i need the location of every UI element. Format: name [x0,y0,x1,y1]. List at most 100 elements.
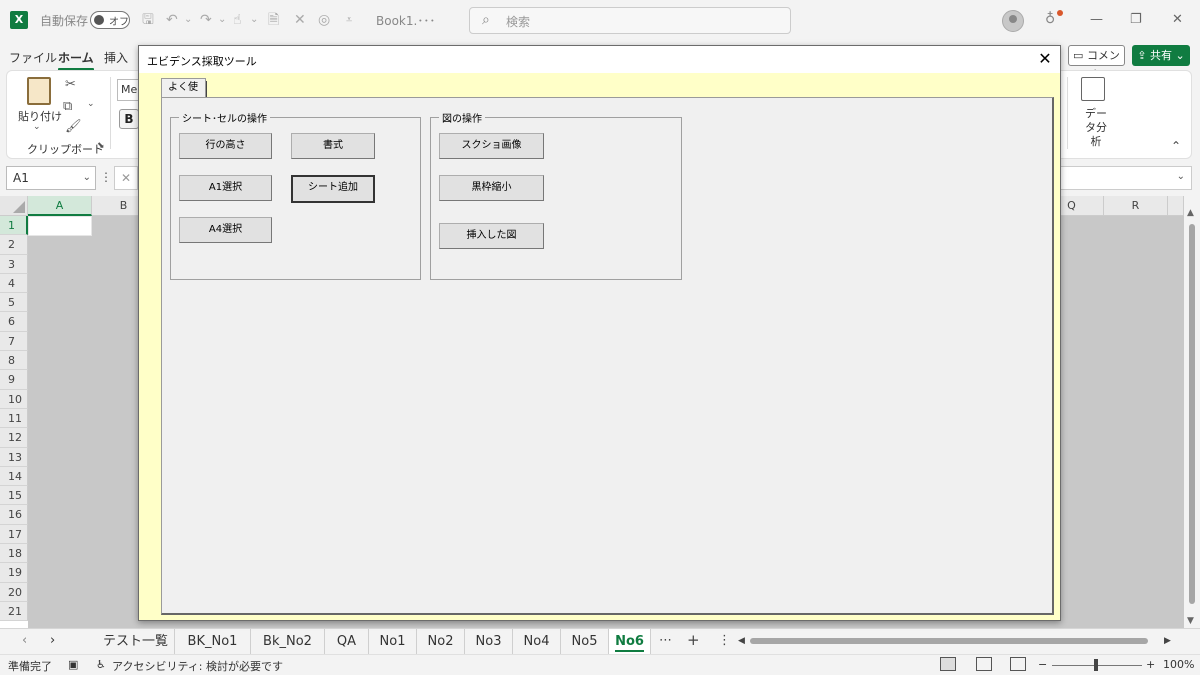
select-a4-button[interactable]: A4選択 [179,217,272,243]
sheet-tab[interactable]: Bk_No2 [251,629,325,654]
sheet-tab[interactable]: No3 [465,629,513,654]
record-icon[interactable]: ◎ [318,12,330,28]
save-icon[interactable]: 🖫 [142,12,154,28]
format-painter-icon[interactable]: 🖌 [65,119,82,134]
row-header[interactable]: 16 [0,505,28,525]
tab-insert[interactable]: 挿入 [104,49,128,66]
clear-icon[interactable]: ✕ [294,12,306,28]
tab-frequently-used[interactable]: よく使う [161,78,207,111]
restore-icon[interactable]: ❐ [1130,12,1142,28]
sheet-tab[interactable]: No5 [561,629,609,654]
column-header-a[interactable]: A [28,196,92,216]
redo-dropdown-icon[interactable]: ⌄ [218,12,226,28]
redo-icon[interactable]: ↷ [200,12,212,28]
minimize-icon[interactable]: — [1090,12,1103,28]
row-height-button[interactable]: 行の高さ [179,133,272,159]
row-header[interactable]: 17 [0,524,28,545]
sheet-tab[interactable]: BK_No1 [175,629,251,654]
sheet-tab[interactable]: No4 [513,629,561,654]
row-header[interactable]: 3 [0,254,28,274]
row-header[interactable]: 9 [0,370,28,390]
prev-sheet-icon[interactable]: ‹ [22,633,27,648]
bold-button[interactable]: B [119,109,139,129]
page-layout-view-icon[interactable] [976,657,992,671]
zoom-in-icon[interactable]: + [1146,658,1155,671]
sheet-tab[interactable]: No6 [609,629,651,654]
copy-icon[interactable]: ⧉ [63,99,72,114]
row-header[interactable]: 7 [0,331,28,352]
name-box[interactable]: A1 ⌄ [6,166,96,190]
row-header[interactable]: 6 [0,312,28,332]
touch-dropdown-icon[interactable]: ⌄ [250,12,258,28]
select-all-corner[interactable] [0,196,28,216]
row-header[interactable]: 5 [0,293,28,313]
row-header[interactable]: 13 [0,447,28,467]
row-header[interactable]: 20 [0,582,28,602]
add-sheet-icon[interactable]: + [687,631,700,649]
page-break-view-icon[interactable] [1010,657,1026,671]
shrink-black-frame-button[interactable]: 黒枠縮小 [439,175,544,201]
select-a1-button[interactable]: A1選択 [179,175,272,201]
format-button[interactable]: 書式 [291,133,375,159]
row-header[interactable]: 1 [0,216,28,236]
row-header[interactable]: 4 [0,273,28,294]
scroll-left-icon[interactable]: ◀ [738,636,745,646]
more-sheets-icon[interactable]: ⋯ [659,633,672,648]
row-header[interactable]: 14 [0,466,28,487]
comment-button[interactable]: ▭ コメント [1068,45,1125,81]
autosave-toggle[interactable]: オフ [90,11,130,29]
paste-icon[interactable] [27,77,51,105]
format-icon[interactable]: 🗎 [268,12,279,28]
expand-formula-icon[interactable]: ⌄ [1177,171,1185,182]
row-header[interactable]: 18 [0,544,28,564]
window-close-icon[interactable]: ✕ [1172,12,1183,28]
scroll-right-icon[interactable]: ▶ [1164,636,1171,646]
cell-mode-icon[interactable]: ▣ [68,658,78,671]
row-header[interactable]: 10 [0,389,28,409]
formula-input[interactable]: ⌄ [1060,166,1192,190]
share-button[interactable]: ⇪ 共有 ⌄ [1132,45,1190,66]
vertical-scrollbar[interactable]: ▲ ▼ [1184,196,1200,628]
name-box-dropdown-icon[interactable]: ⌄ [83,167,91,189]
zoom-out-icon[interactable]: − [1038,658,1047,671]
add-sheet-button[interactable]: シート追加 [291,175,375,203]
account-avatar-icon[interactable] [1002,10,1024,32]
row-header[interactable]: 19 [0,563,28,583]
undo-icon[interactable]: ↶ [166,12,178,28]
row-header[interactable]: 15 [0,486,28,506]
sheet-tab[interactable]: QA [325,629,369,654]
cut-icon[interactable]: ✂ [65,77,76,92]
collapse-ribbon-icon[interactable]: ⌃ [1171,139,1181,153]
row-header[interactable]: 11 [0,408,28,429]
normal-view-icon[interactable] [940,657,956,671]
data-analysis-icon[interactable] [1081,77,1105,101]
scroll-down-icon[interactable]: ▼ [1187,616,1194,626]
tab-home[interactable]: ホーム [58,49,94,71]
sheet-tab[interactable]: No1 [369,629,417,654]
zoom-slider-knob[interactable] [1094,659,1098,671]
next-sheet-icon[interactable]: › [50,633,55,648]
sheet-options-icon[interactable]: ⋮ [718,633,731,648]
row-header[interactable]: 21 [0,601,28,622]
column-header-r[interactable]: R [1104,196,1168,216]
dialog-close-icon[interactable]: ✕ [1035,49,1055,69]
row-header[interactable]: 8 [0,351,28,371]
search-box[interactable]: ⌕ 検索 [469,7,791,34]
row-header[interactable]: 12 [0,428,28,448]
copy-dropdown-icon[interactable]: ⌄ [87,99,95,109]
accessibility-icon[interactable]: ♿ [96,658,106,671]
paste-dropdown-icon[interactable]: ⌄ [33,122,41,132]
scroll-up-icon[interactable]: ▲ [1187,208,1194,218]
lightbulb-icon[interactable]: ♁ [1045,11,1055,27]
active-cell[interactable] [28,216,92,236]
sheet-tab[interactable]: テスト一覧 [97,629,175,654]
inserted-figure-button[interactable]: 挿入した図 [439,223,544,249]
formula-options-icon[interactable]: ⋮ [100,170,112,184]
touch-mode-icon[interactable]: ☝ [233,12,242,28]
customize-qat-icon[interactable]: ⩡ [346,12,352,28]
accessibility-status[interactable]: アクセシビリティ: 検討が必要です [112,658,283,674]
cancel-entry-icon[interactable]: ✕ [114,166,138,190]
horizontal-scroll-thumb[interactable] [750,638,1148,644]
clipboard-launcher-icon[interactable]: ⬊ [97,141,105,151]
vertical-scroll-thumb[interactable] [1189,224,1195,604]
